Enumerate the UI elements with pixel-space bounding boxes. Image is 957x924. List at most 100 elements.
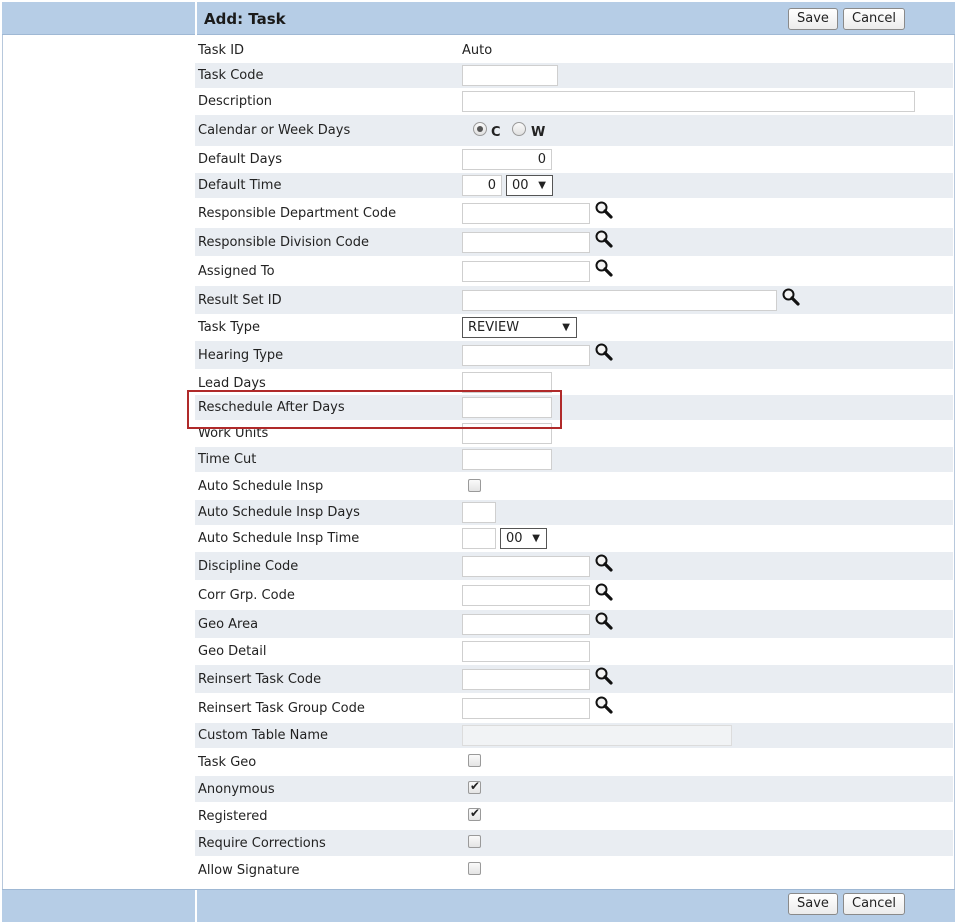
default-days-input[interactable]	[462, 149, 552, 170]
default-time-hour-input[interactable]	[462, 175, 502, 196]
corr-grp-code-input[interactable]	[462, 585, 590, 606]
highlight-box	[187, 390, 562, 429]
row-assigned-to: Assigned To	[195, 257, 953, 286]
row-allow-signature: Allow Signature	[195, 857, 953, 884]
magnifier-icon[interactable]	[594, 229, 614, 249]
auto-schedule-insp-time-minute-select[interactable]: 00 ▼	[500, 528, 547, 549]
row-task-geo: Task Geo	[195, 749, 953, 776]
allow-signature-checkbox[interactable]	[468, 862, 481, 875]
reinsert-task-group-code-input[interactable]	[462, 698, 590, 719]
magnifier-icon[interactable]	[594, 582, 614, 602]
row-responsible-department-code: Responsible Department Code	[195, 199, 953, 228]
registered-checkbox[interactable]: ✔	[468, 806, 481, 821]
default-time-label: Default Time	[198, 178, 282, 193]
task-code-label: Task Code	[198, 68, 264, 83]
anonymous-checkbox[interactable]: ✔	[468, 779, 481, 794]
row-hearing-type: Hearing Type	[195, 341, 953, 370]
calendar-days-radio[interactable]	[473, 122, 487, 136]
corr-grp-code-label: Corr Grp. Code	[198, 588, 295, 603]
default-time-minute-select[interactable]: 00 ▼	[506, 175, 553, 196]
dropdown-arrow-icon: ▼	[538, 180, 546, 191]
magnifier-icon[interactable]	[781, 287, 801, 307]
magnifier-icon[interactable]	[594, 342, 614, 362]
anonymous-label: Anonymous	[198, 782, 275, 797]
default-days-label: Default Days	[198, 152, 283, 167]
result-set-id-label: Result Set ID	[198, 293, 282, 308]
hearing-type-label: Hearing Type	[198, 348, 284, 363]
discipline-code-input[interactable]	[462, 556, 590, 577]
responsible-department-code-input[interactable]	[462, 203, 590, 224]
row-geo-detail: Geo Detail	[195, 639, 953, 665]
time-cut-label: Time Cut	[198, 452, 257, 467]
auto-schedule-insp-time-label: Auto Schedule Insp Time	[198, 531, 360, 546]
custom-table-name-label: Custom Table Name	[198, 728, 329, 743]
footer-separator	[195, 890, 197, 923]
row-anonymous: Anonymous ✔	[195, 776, 953, 803]
require-corrections-checkbox[interactable]	[468, 835, 481, 848]
hearing-type-input[interactable]	[462, 345, 590, 366]
magnifier-icon[interactable]	[594, 553, 614, 573]
auto-schedule-insp-time-minute-value: 00	[506, 531, 523, 546]
require-corrections-label: Require Corrections	[198, 836, 326, 851]
registered-label: Registered	[198, 809, 268, 824]
row-responsible-division-code: Responsible Division Code	[195, 228, 953, 257]
row-task-code: Task Code	[195, 63, 953, 89]
assigned-to-input[interactable]	[462, 261, 590, 282]
auto-schedule-insp-checkbox[interactable]	[468, 479, 481, 492]
task-id-label: Task ID	[198, 43, 245, 58]
row-default-time: Default Time 00 ▼	[195, 173, 953, 199]
responsible-division-code-label: Responsible Division Code	[198, 235, 369, 250]
calendar-days-radio-label: C	[491, 125, 501, 140]
row-registered: Registered ✔	[195, 803, 953, 830]
description-input[interactable]	[462, 91, 915, 112]
row-time-cut: Time Cut	[195, 447, 953, 473]
cancel-button-top[interactable]: Cancel	[843, 8, 906, 30]
row-corr-grp-code: Corr Grp. Code	[195, 581, 953, 610]
magnifier-icon[interactable]	[594, 695, 614, 715]
auto-schedule-insp-days-label: Auto Schedule Insp Days	[198, 505, 360, 520]
auto-schedule-insp-time-hour-input[interactable]	[462, 528, 496, 549]
magnifier-icon[interactable]	[594, 666, 614, 686]
cancel-button-bottom[interactable]: Cancel	[843, 893, 906, 915]
responsible-division-code-input[interactable]	[462, 232, 590, 253]
magnifier-icon[interactable]	[594, 200, 614, 220]
task-code-input[interactable]	[462, 65, 558, 86]
auto-schedule-insp-days-input[interactable]	[462, 502, 496, 523]
save-button-bottom[interactable]: Save	[788, 893, 838, 915]
row-geo-area: Geo Area	[195, 610, 953, 639]
row-auto-schedule-insp: Auto Schedule Insp	[195, 473, 953, 500]
result-set-id-input[interactable]	[462, 290, 777, 311]
calendar-week-days-label: Calendar or Week Days	[198, 123, 351, 138]
row-result-set-id: Result Set ID	[195, 286, 953, 315]
description-label: Description	[198, 94, 273, 109]
save-button-top[interactable]: Save	[788, 8, 838, 30]
task-type-value: REVIEW	[468, 320, 520, 335]
row-task-id: Task ID Auto	[195, 37, 953, 63]
geo-detail-input[interactable]	[462, 641, 590, 662]
magnifier-icon[interactable]	[594, 258, 614, 278]
row-reinsert-task-group-code: Reinsert Task Group Code	[195, 694, 953, 723]
task-geo-label: Task Geo	[198, 755, 257, 770]
row-require-corrections: Require Corrections	[195, 830, 953, 857]
assigned-to-label: Assigned To	[198, 264, 275, 279]
task-geo-checkbox[interactable]	[468, 754, 481, 767]
row-default-days: Default Days	[195, 147, 953, 173]
row-custom-table-name: Custom Table Name	[195, 723, 953, 749]
geo-area-input[interactable]	[462, 614, 590, 635]
time-cut-input[interactable]	[462, 449, 552, 470]
auto-schedule-insp-label: Auto Schedule Insp	[198, 479, 324, 494]
task-type-select[interactable]: REVIEW ▼	[462, 317, 577, 338]
week-days-radio[interactable]	[512, 122, 526, 136]
custom-table-name-input	[462, 725, 732, 746]
responsible-department-code-label: Responsible Department Code	[198, 206, 397, 221]
row-task-type: Task Type REVIEW ▼	[195, 315, 953, 341]
week-days-radio-label: W	[531, 125, 546, 140]
reinsert-task-code-input[interactable]	[462, 669, 590, 690]
reinsert-task-code-label: Reinsert Task Code	[198, 672, 322, 687]
magnifier-icon[interactable]	[594, 611, 614, 631]
allow-signature-label: Allow Signature	[198, 863, 300, 878]
dropdown-arrow-icon: ▼	[532, 533, 540, 544]
task-form: Task ID Auto Task Code Description Calen…	[195, 37, 953, 884]
task-id-value: Auto	[462, 43, 493, 58]
task-type-label: Task Type	[198, 320, 261, 335]
